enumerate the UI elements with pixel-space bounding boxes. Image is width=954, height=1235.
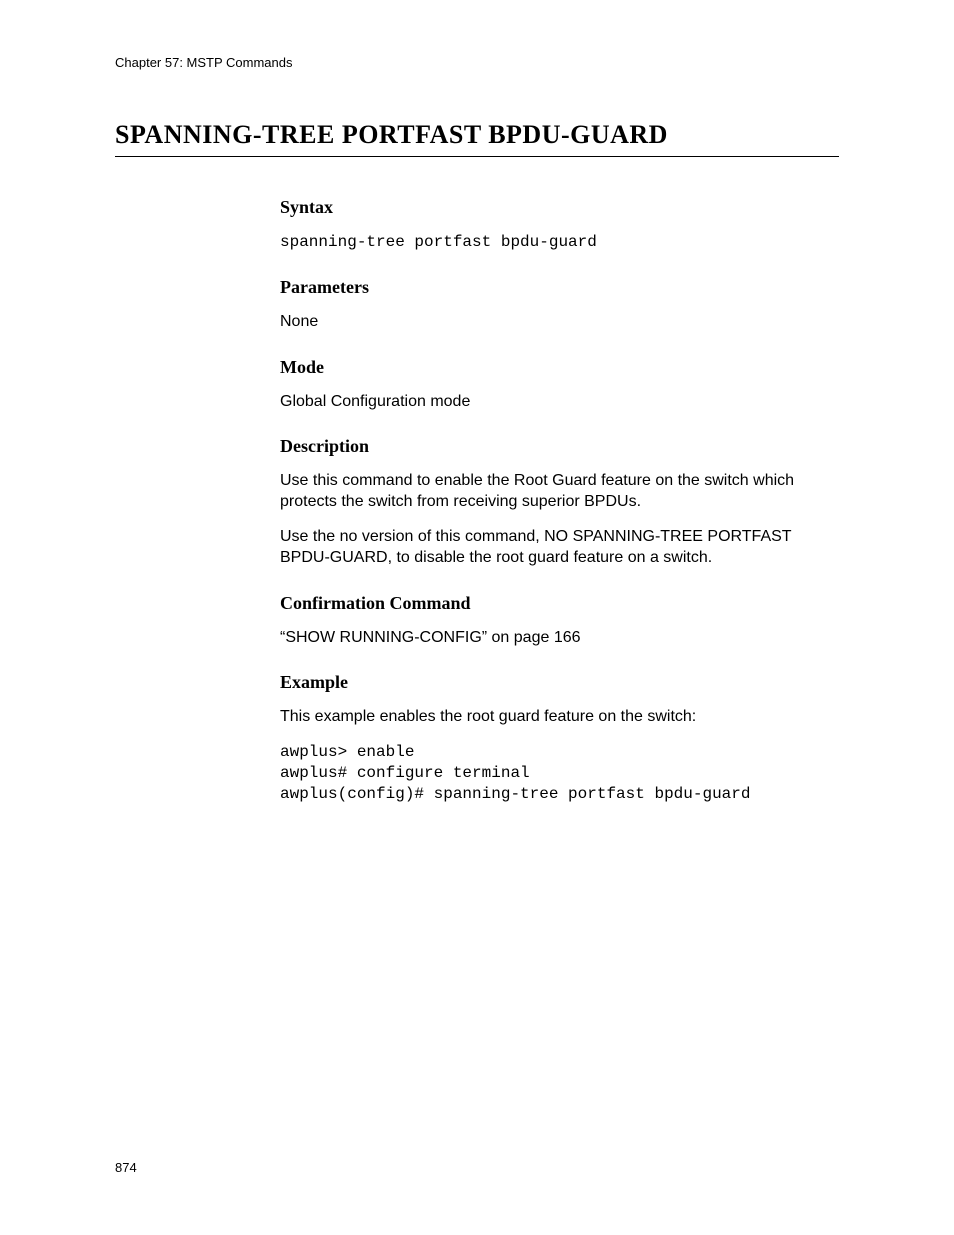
parameters-heading: Parameters bbox=[280, 277, 839, 298]
confirmation-body: “SHOW RUNNING-CONFIG” on page 166 bbox=[280, 628, 839, 649]
description-p1: Use this command to enable the Root Guar… bbox=[280, 471, 839, 513]
syntax-code: spanning-tree portfast bpdu-guard bbox=[280, 232, 839, 253]
page: Chapter 57: MSTP Commands SPANNING-TREE … bbox=[0, 0, 954, 1235]
running-header: Chapter 57: MSTP Commands bbox=[115, 55, 839, 70]
parameters-body: None bbox=[280, 312, 839, 333]
example-intro: This example enables the root guard feat… bbox=[280, 707, 839, 728]
example-code: awplus> enable awplus# configure termina… bbox=[280, 742, 839, 804]
confirmation-heading: Confirmation Command bbox=[280, 593, 839, 614]
mode-heading: Mode bbox=[280, 357, 839, 378]
mode-body: Global Configuration mode bbox=[280, 392, 839, 413]
command-title: SPANNING-TREE PORTFAST BPDU-GUARD bbox=[115, 120, 839, 157]
description-heading: Description bbox=[280, 436, 839, 457]
page-number: 874 bbox=[115, 1160, 137, 1175]
description-p2: Use the no version of this command, NO S… bbox=[280, 527, 839, 569]
content-body: Syntax spanning-tree portfast bpdu-guard… bbox=[280, 197, 839, 805]
example-heading: Example bbox=[280, 672, 839, 693]
syntax-heading: Syntax bbox=[280, 197, 839, 218]
